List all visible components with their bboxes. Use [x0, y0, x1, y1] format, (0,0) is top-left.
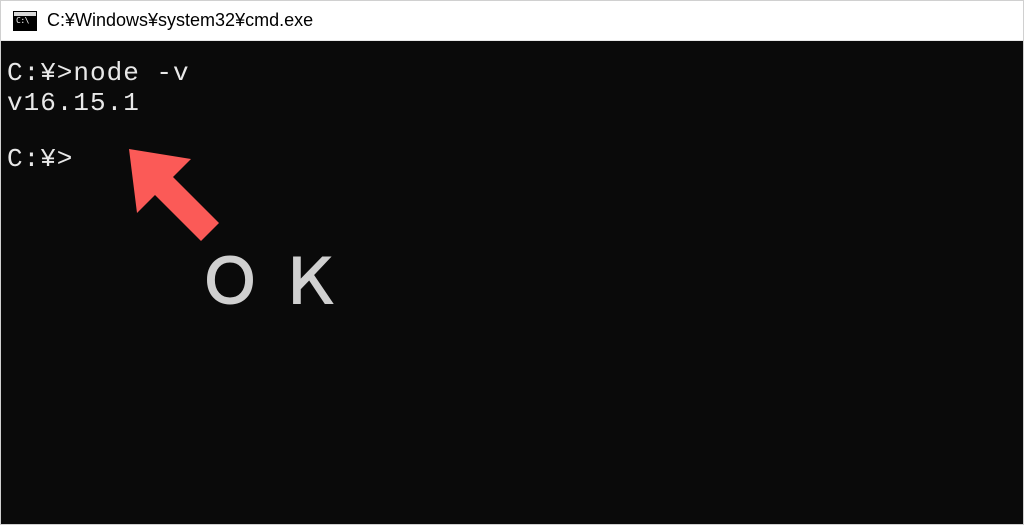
terminal-line: C:¥>	[7, 145, 1017, 175]
cmd-window: C:\ C:¥Windows¥system32¥cmd.exe C:¥>node…	[0, 0, 1024, 525]
window-title: C:¥Windows¥system32¥cmd.exe	[47, 10, 313, 31]
prompt-text: C:¥>	[7, 144, 73, 174]
annotation-label: ＯＫ	[199, 231, 359, 321]
terminal-output: v16.15.1	[7, 89, 1017, 119]
command-block-1: C:¥>node -v v16.15.1	[7, 59, 1017, 119]
terminal-body[interactable]: C:¥>node -v v16.15.1 C:¥> ＯＫ	[1, 41, 1023, 524]
window-titlebar[interactable]: C:\ C:¥Windows¥system32¥cmd.exe	[1, 1, 1023, 41]
cmd-icon-glyph: C:\	[16, 17, 29, 25]
prompt-text: C:¥>	[7, 58, 73, 88]
terminal-line: C:¥>node -v	[7, 59, 1017, 89]
command-text: node -v	[73, 58, 189, 88]
cmd-icon: C:\	[13, 11, 37, 31]
command-block-2: C:¥>	[7, 145, 1017, 175]
